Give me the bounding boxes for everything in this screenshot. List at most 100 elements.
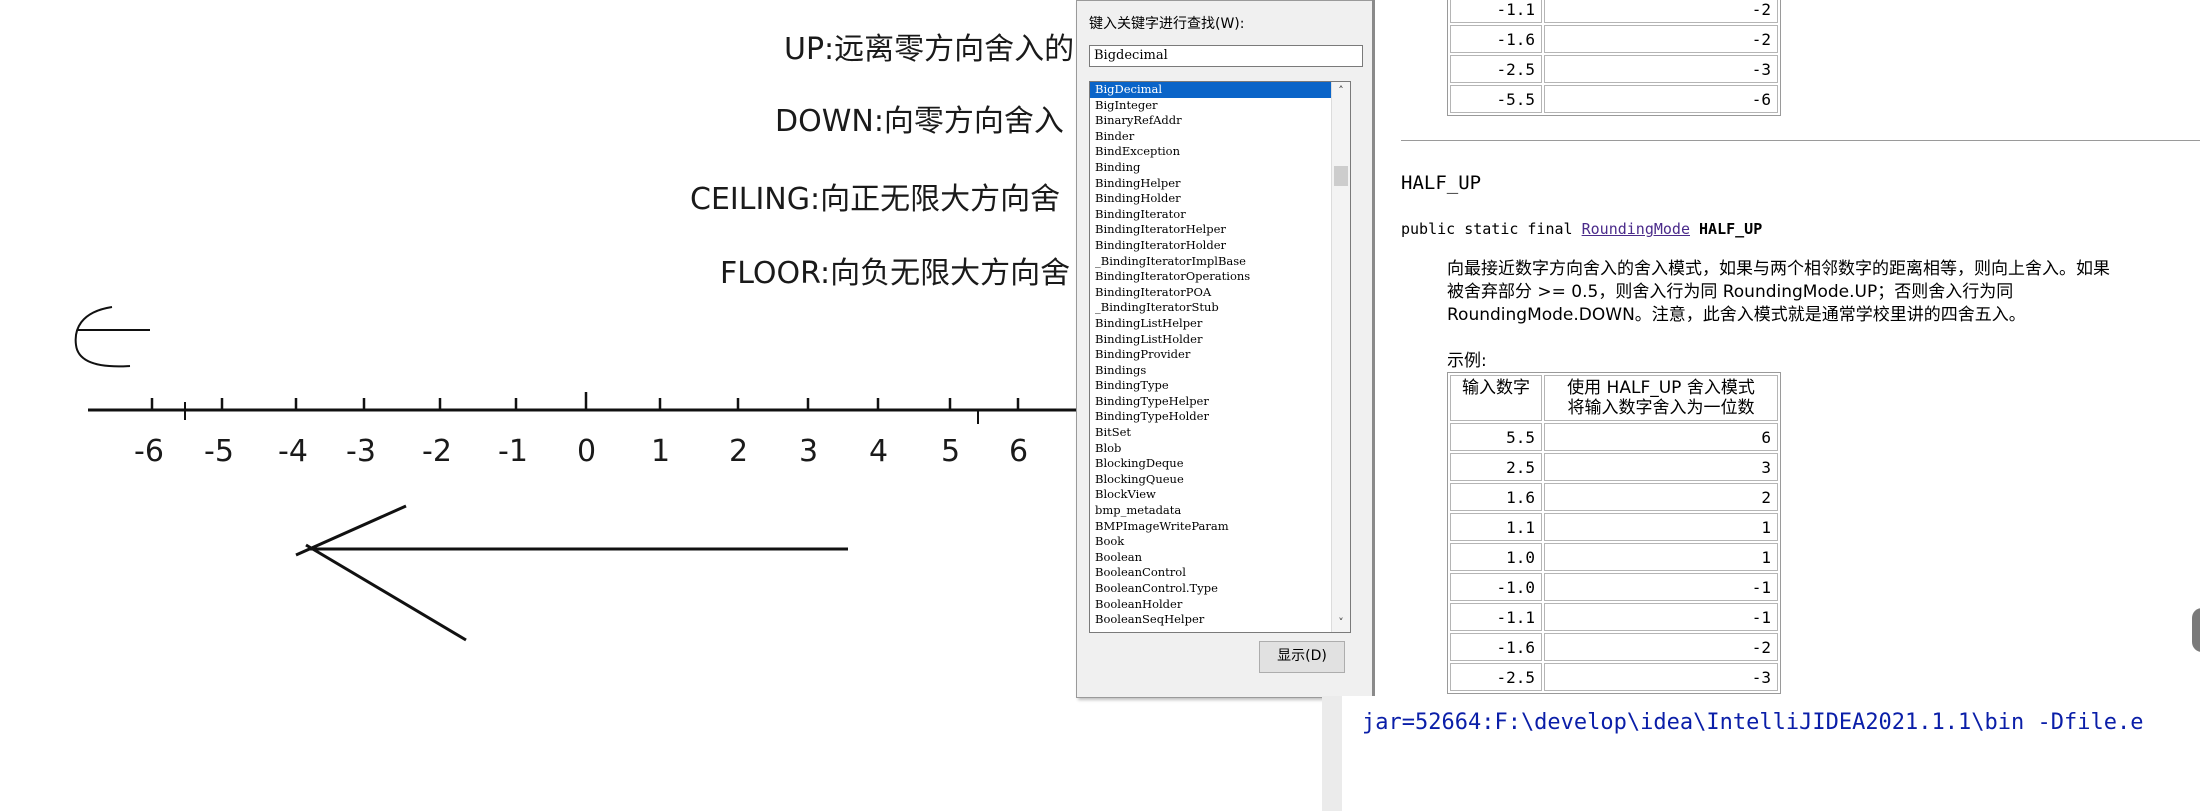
keyword-search-input[interactable]: Bigdecimal: [1089, 45, 1363, 67]
cell-output: -2: [1544, 633, 1778, 661]
signature-name: HALF_UP: [1699, 220, 1763, 238]
hand-arrow-small: [74, 306, 131, 368]
table-row: 1.0 1: [1450, 543, 1778, 571]
index-list-item[interactable]: BindingHelper: [1090, 176, 1340, 192]
number-line-label: -6: [134, 434, 164, 469]
number-line-label: 6: [1009, 434, 1029, 469]
header-output-line-2: 将输入数字舍入为一位数: [1567, 398, 1755, 418]
index-list-item[interactable]: BindingTypeHelper: [1090, 394, 1340, 410]
index-listbox[interactable]: BigDecimal BigInteger BinaryRefAddr Binder B…: [1089, 81, 1351, 633]
header-output: 使用 HALF_UP 舍入模式 将输入数字舍入为一位数: [1544, 375, 1778, 421]
description-line-2: 被舍弃部分 >= 0.5，则舍入行为同 RoundingMode.UP；否则舍入…: [1447, 282, 2014, 302]
index-list-item[interactable]: BindingIterator: [1090, 207, 1340, 223]
scroll-up-icon[interactable]: ˄: [1332, 82, 1350, 100]
index-list-item[interactable]: Boolean: [1090, 550, 1340, 566]
roundingmode-link[interactable]: RoundingMode: [1582, 220, 1690, 238]
table-row: 5.5 6: [1450, 423, 1778, 451]
section-divider: [1401, 140, 2200, 141]
index-list-item[interactable]: BlockingDeque: [1090, 456, 1340, 472]
index-list-item[interactable]: BooleanControl: [1090, 565, 1340, 581]
index-items: BigDecimal BigInteger BinaryRefAddr Binder B…: [1090, 82, 1340, 628]
number-line-label: -2: [422, 434, 452, 469]
index-list-item[interactable]: Blob: [1090, 441, 1340, 457]
index-list-item[interactable]: BitSet: [1090, 425, 1340, 441]
help-index-dialog: 键入关键字进行查找(W): Bigdecimal BigDecimal BigIn…: [1076, 0, 1374, 698]
big-arrow-head-bottom: [305, 543, 467, 642]
page-scroll-knob[interactable]: [2192, 608, 2200, 652]
search-label: 键入关键字进行查找(W):: [1089, 16, 1245, 32]
cell-output: 1: [1544, 543, 1778, 571]
scroll-down-icon[interactable]: ˅: [1332, 614, 1350, 632]
index-list-item[interactable]: BooleanControl.Type: [1090, 581, 1340, 597]
previous-mode-table: -1.1 -2 -1.6 -2 -2.5 -3 -5.5 -6: [1447, 0, 1781, 116]
number-line-label: -1: [498, 434, 528, 469]
number-line-label: 3: [799, 434, 819, 469]
run-console: jar=52664:F:\develop\idea\IntelliJIDEA20…: [1322, 696, 2200, 811]
index-list-item[interactable]: Binder: [1090, 129, 1340, 145]
console-line: jar=52664:F:\develop\idea\IntelliJIDEA20…: [1362, 710, 2144, 735]
cell-input: 5.5: [1450, 423, 1542, 451]
cell-input: -5.5: [1450, 85, 1542, 113]
index-list-item[interactable]: BlockView: [1090, 487, 1340, 503]
index-list-item[interactable]: BlockingQueue: [1090, 472, 1340, 488]
cell-input: -1.1: [1450, 603, 1542, 631]
index-list-item[interactable]: BindingIteratorOperations: [1090, 269, 1340, 285]
index-list-item[interactable]: BindingIteratorHelper: [1090, 222, 1340, 238]
cell-output: 1: [1544, 513, 1778, 541]
index-list-item[interactable]: BindingListHelper: [1090, 316, 1340, 332]
table-row: -1.6 -2: [1450, 633, 1778, 661]
cell-input: 2.5: [1450, 453, 1542, 481]
table-row: 1.6 2: [1450, 483, 1778, 511]
cell-output: 6: [1544, 423, 1778, 451]
index-list-item[interactable]: BooleanSeqHelper: [1090, 612, 1340, 628]
number-line-label: 1: [651, 434, 671, 469]
table-row: -1.6 -2: [1450, 25, 1778, 53]
scrollbar-thumb[interactable]: [1334, 166, 1348, 186]
index-list-item[interactable]: BinaryRefAddr: [1090, 113, 1340, 129]
half-up-example-table: 输入数字 使用 HALF_UP 舍入模式 将输入数字舍入为一位数 5.5 6 2.5…: [1447, 372, 1781, 694]
show-button[interactable]: 显示(D): [1259, 641, 1345, 673]
cell-output: 2: [1544, 483, 1778, 511]
index-list-item[interactable]: Book: [1090, 534, 1340, 550]
table-row: 1.1 1: [1450, 513, 1778, 541]
header-input: 输入数字: [1450, 375, 1542, 421]
index-list-item[interactable]: BindingIteratorPOA: [1090, 285, 1340, 301]
header-output-line-1: 使用 HALF_UP 舍入模式: [1567, 378, 1755, 398]
cell-output: -6: [1544, 85, 1778, 113]
index-list-item[interactable]: BMPImageWriteParam: [1090, 519, 1340, 535]
number-line-label: 2: [729, 434, 749, 469]
cell-output: -3: [1544, 663, 1778, 691]
index-list-item[interactable]: BindingTypeHolder: [1090, 409, 1340, 425]
index-list-item[interactable]: BindingListHolder: [1090, 332, 1340, 348]
index-list-item[interactable]: BigDecimal: [1090, 82, 1340, 98]
index-list-item[interactable]: BindException: [1090, 144, 1340, 160]
index-list-item[interactable]: _BindingIteratorStub: [1090, 300, 1340, 316]
index-list-item[interactable]: BindingHolder: [1090, 191, 1340, 207]
index-list-item[interactable]: BooleanHolder: [1090, 597, 1340, 613]
index-list-item[interactable]: Bindings: [1090, 363, 1340, 379]
javadoc-pane: -1.1 -2 -1.6 -2 -2.5 -3 -5.5 -6 HALF_UP public …: [1372, 0, 2200, 696]
cell-input: -1.1: [1450, 0, 1542, 23]
number-line-ticks: [150, 392, 1020, 424]
table-row: -5.5 -6: [1450, 85, 1778, 113]
index-list-item[interactable]: BindingProvider: [1090, 347, 1340, 363]
index-list-item[interactable]: _BindingIteratorImplBase: [1090, 254, 1340, 270]
cell-output: -3: [1544, 55, 1778, 83]
index-list-item[interactable]: BigInteger: [1090, 98, 1340, 114]
number-line-label: -5: [204, 434, 234, 469]
index-scrollbar[interactable]: ˄ ˅: [1331, 82, 1350, 632]
cell-input: 1.1: [1450, 513, 1542, 541]
index-list-item[interactable]: Binding: [1090, 160, 1340, 176]
table-row: -1.0 -1: [1450, 573, 1778, 601]
number-line-label: -4: [278, 434, 308, 469]
field-signature: public static final RoundingMode HALF_UP: [1401, 220, 1762, 238]
cell-input: -1.6: [1450, 633, 1542, 661]
cell-output: 3: [1544, 453, 1778, 481]
index-list-item[interactable]: BindingIteratorHolder: [1090, 238, 1340, 254]
number-line-label: 0: [577, 434, 597, 469]
index-list-item[interactable]: bmp_metadata: [1090, 503, 1340, 519]
cell-input: -2.5: [1450, 663, 1542, 691]
field-description: 向最接近数字方向舍入的舍入模式，如果与两个相邻数字的距离相等，则向上舍入。如果 …: [1447, 258, 2200, 327]
cell-input: 1.0: [1450, 543, 1542, 571]
index-list-item[interactable]: BindingType: [1090, 378, 1340, 394]
